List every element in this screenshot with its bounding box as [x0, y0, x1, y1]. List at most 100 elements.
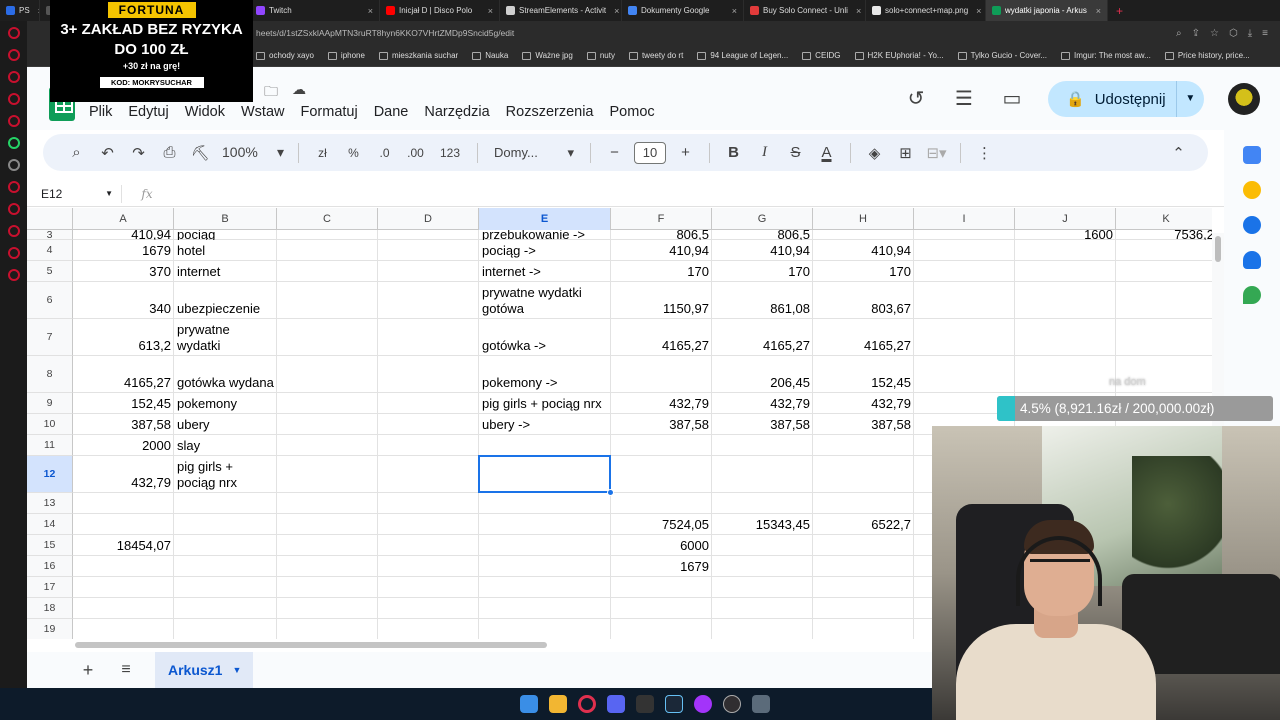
selected-cell-outline[interactable] — [478, 455, 611, 493]
row-header[interactable]: 17 — [27, 577, 73, 598]
font-size-input[interactable]: 10 — [634, 141, 666, 164]
row-header[interactable]: 19 — [27, 619, 73, 639]
comments-icon[interactable]: ☰ — [952, 87, 976, 111]
move-folder-icon[interactable]: 🗀 — [264, 81, 278, 105]
cell-j3[interactable]: 1600 — [1015, 230, 1116, 240]
row-header[interactable]: 10 — [27, 414, 73, 435]
cell-e10[interactable]: ubery -> — [479, 414, 611, 435]
row-header[interactable]: 8 — [27, 356, 73, 393]
italic-icon[interactable]: I — [749, 144, 780, 161]
row-header[interactable]: 7 — [27, 319, 73, 356]
cell-h7[interactable]: 4165,27 — [813, 319, 914, 356]
font-select[interactable]: Domy... ▾ — [494, 145, 574, 161]
bookmark-item[interactable]: Ważne jpg — [522, 51, 573, 60]
cell-h14[interactable]: 6522,7 — [813, 514, 914, 535]
messenger-icon[interactable] — [694, 695, 712, 713]
cell-a15[interactable]: 18454,07 — [73, 535, 174, 556]
column-header-k[interactable]: K — [1116, 208, 1212, 230]
column-header-c[interactable]: C — [277, 208, 378, 230]
cell-e4[interactable]: pociąg -> — [479, 240, 611, 261]
cell-a9[interactable]: 152,45 — [73, 393, 174, 414]
search-icon[interactable]: ⌕ — [1176, 28, 1182, 39]
cell-h10[interactable]: 387,58 — [813, 414, 914, 435]
more-formats-button[interactable]: 123 — [431, 146, 469, 160]
font-size-decrease-icon[interactable]: − — [599, 144, 630, 161]
paint-format-icon[interactable]: ⛏ — [185, 144, 216, 162]
print-icon[interactable]: ⎙ — [154, 144, 185, 161]
scroll-thumb[interactable] — [75, 642, 547, 648]
bookmark-item[interactable]: iphone — [327, 51, 365, 60]
browser-tab[interactable]: Twitch × — [250, 0, 380, 21]
menu-icon[interactable]: ≡ — [1262, 28, 1268, 39]
more-options-icon[interactable]: ⋮ — [969, 144, 1000, 162]
cell-a5[interactable]: 370 — [73, 261, 174, 282]
cell-b8[interactable]: gotówka wydana — [174, 356, 277, 393]
cell-f9[interactable]: 432,79 — [611, 393, 712, 414]
collapse-toolbar-icon[interactable]: ⌃ — [1163, 144, 1194, 162]
menu-item[interactable]: Dane — [374, 104, 409, 120]
cell-a10[interactable]: 387,58 — [73, 414, 174, 435]
chevron-down-icon[interactable]: ▼ — [1175, 81, 1204, 117]
undo-icon[interactable]: ↶ — [92, 144, 123, 162]
column-header-d[interactable]: D — [378, 208, 479, 230]
sidebar-app-icon[interactable] — [7, 27, 20, 39]
column-header-f[interactable]: F — [611, 208, 712, 230]
menu-item[interactable]: Edytuj — [128, 104, 168, 120]
browser-tab[interactable]: wydatki japonia - Arkus × — [986, 0, 1108, 21]
bookmark-item[interactable]: tweety do rt — [628, 51, 683, 60]
strikethrough-icon[interactable]: S — [780, 144, 811, 161]
browser-tab[interactable]: Dokumenty Google × — [622, 0, 744, 21]
cell-b6[interactable]: ubezpieczenie — [174, 282, 277, 319]
cell-h9[interactable]: 432,79 — [813, 393, 914, 414]
all-sheets-icon[interactable]: ≡ — [111, 661, 141, 679]
download-icon[interactable]: ⤓ — [1248, 28, 1252, 39]
cell-e5[interactable]: internet -> — [479, 261, 611, 282]
column-header-g[interactable]: G — [712, 208, 813, 230]
url-text[interactable]: heets/d/1stZSxklAApMTN3ruRT8hyn6KKO7VHrt… — [256, 28, 514, 38]
cell-g8[interactable]: 206,45 — [712, 356, 813, 393]
name-box[interactable]: E12 ▼ — [27, 184, 122, 203]
bookmark-item[interactable]: mieszkania suchar — [378, 51, 458, 60]
contacts-icon[interactable] — [1243, 251, 1261, 269]
menu-item[interactable]: Rozszerzenia — [506, 104, 594, 120]
share-page-icon[interactable]: ⇪ — [1192, 28, 1200, 39]
version-history-icon[interactable]: ↺ — [904, 87, 928, 111]
cell-f16[interactable]: 1679 — [611, 556, 712, 577]
cell-a6[interactable]: 340 — [73, 282, 174, 319]
row-header[interactable]: 6 — [27, 282, 73, 319]
cell-f14[interactable]: 7524,05 — [611, 514, 712, 535]
calendar-icon[interactable] — [1243, 146, 1261, 164]
column-header-h[interactable]: H — [813, 208, 914, 230]
cell-f15[interactable]: 6000 — [611, 535, 712, 556]
decrease-decimal-button[interactable]: .0 — [369, 146, 400, 160]
extensions-icon[interactable]: ⬡ — [1229, 28, 1238, 39]
keep-icon[interactable] — [1243, 181, 1261, 199]
menu-item[interactable]: Narzędzia — [424, 104, 489, 120]
star-icon[interactable]: ☆ — [1210, 28, 1219, 39]
bookmark-item[interactable]: H2K EUphoria! - Yo... — [854, 51, 944, 60]
browser-tab[interactable]: solo+connect+map.png × — [866, 0, 986, 21]
merge-cells-icon[interactable]: ⊟▾ — [921, 144, 952, 162]
cell-a3[interactable]: 410,94 — [73, 230, 174, 240]
cell-h5[interactable]: 170 — [813, 261, 914, 282]
column-header-i[interactable]: I — [914, 208, 1015, 230]
obs-icon[interactable] — [723, 695, 741, 713]
cell-g9[interactable]: 432,79 — [712, 393, 813, 414]
browser-tab[interactable]: StreamElements - Activit × — [500, 0, 622, 21]
borders-icon[interactable]: ⊞ — [890, 144, 921, 162]
cell-f7[interactable]: 4165,27 — [611, 319, 712, 356]
cell-e9[interactable]: pig girls + pociąg nrx — [479, 393, 611, 414]
cell-g3[interactable]: 806,5 — [712, 230, 813, 240]
row-header[interactable]: 4 — [27, 240, 73, 261]
close-icon[interactable]: × — [364, 6, 373, 16]
text-color-icon[interactable]: A — [811, 144, 842, 161]
sidebar-app-icon[interactable] — [7, 137, 20, 149]
row-header[interactable]: 3 — [27, 229, 73, 241]
row-header[interactable]: 5 — [27, 261, 73, 282]
avatar[interactable] — [1228, 83, 1260, 115]
formula-input[interactable] — [162, 185, 1224, 203]
redo-icon[interactable]: ↷ — [123, 144, 154, 162]
bookmark-item[interactable]: Nauka — [472, 51, 508, 60]
calculator-icon[interactable] — [752, 695, 770, 713]
meet-icon[interactable]: ▭ — [1000, 87, 1024, 111]
